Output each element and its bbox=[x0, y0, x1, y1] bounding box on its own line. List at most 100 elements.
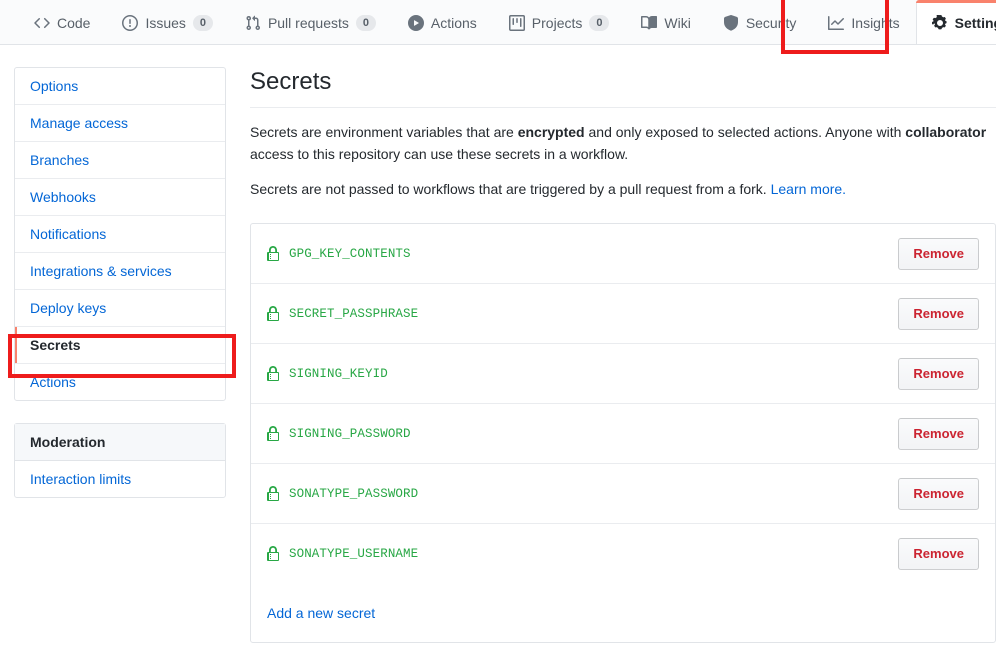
sidebar-item-label: Notifications bbox=[30, 226, 106, 242]
secret-name: GPG_KEY_CONTENTS bbox=[289, 247, 411, 261]
desc1-part3: access to this repository can use these … bbox=[250, 146, 628, 162]
sidebar-menu-group: Moderation Interaction limits bbox=[14, 423, 226, 498]
sidebar-item-label: Branches bbox=[30, 152, 89, 168]
code-icon bbox=[34, 15, 50, 31]
repo-navigation: Code Issues 0 Pull requests 0 Actions Projects… bbox=[0, 0, 996, 45]
gear-icon bbox=[932, 15, 948, 31]
sidebar-item-label: Integrations & services bbox=[30, 263, 172, 279]
remove-secret-button[interactable]: Remove bbox=[898, 418, 979, 450]
sidebar-item-webhooks[interactable]: Webhooks bbox=[15, 179, 225, 216]
desc1-bold-collaborator: collaborator bbox=[905, 124, 986, 140]
settings-sidebar: Options Manage access Branches Webhooks Noti… bbox=[14, 67, 226, 643]
project-icon bbox=[509, 15, 525, 31]
secrets-list: GPG_KEY_CONTENTS Remove SECRET_PASSPHRASE R… bbox=[250, 223, 996, 643]
nav-tab-code[interactable]: Code bbox=[18, 0, 106, 44]
secret-row: SIGNING_PASSWORD Remove bbox=[251, 404, 995, 464]
nav-tab-actions[interactable]: Actions bbox=[392, 0, 493, 44]
lock-icon bbox=[267, 246, 281, 262]
secret-name-cell: SONATYPE_USERNAME bbox=[267, 546, 418, 562]
desc1-bold-encrypted: encrypted bbox=[518, 124, 585, 140]
remove-secret-button[interactable]: Remove bbox=[898, 538, 979, 570]
nav-tab-counter: 0 bbox=[356, 15, 376, 31]
page-title: Secrets bbox=[250, 67, 996, 108]
book-icon bbox=[641, 15, 657, 31]
nav-tab-label: Security bbox=[746, 15, 797, 31]
desc1-part1: Secrets are environment variables that a… bbox=[250, 124, 518, 140]
nav-tab-insights[interactable]: Insights bbox=[812, 0, 915, 44]
sidebar-item-manage-access[interactable]: Manage access bbox=[15, 105, 225, 142]
nav-tab-projects[interactable]: Projects 0 bbox=[493, 0, 626, 44]
desc1-part2: and only exposed to selected actions. An… bbox=[585, 124, 906, 140]
page-body: Options Manage access Branches Webhooks Noti… bbox=[0, 45, 996, 643]
secrets-description-2: Secrets are not passed to workflows that… bbox=[250, 179, 996, 201]
learn-more-link[interactable]: Learn more. bbox=[771, 181, 846, 197]
secret-name: SECRET_PASSPHRASE bbox=[289, 307, 418, 321]
secret-name: SIGNING_PASSWORD bbox=[289, 427, 411, 441]
sidebar-item-label: Actions bbox=[30, 374, 76, 390]
sidebar-item-label: Deploy keys bbox=[30, 300, 106, 316]
nav-tab-security[interactable]: Security bbox=[707, 0, 813, 44]
secret-row: SECRET_PASSPHRASE Remove bbox=[251, 284, 995, 344]
nav-tab-counter: 0 bbox=[589, 15, 609, 31]
nav-tab-pull-requests[interactable]: Pull requests 0 bbox=[229, 0, 392, 44]
lock-icon bbox=[267, 426, 281, 442]
secret-name: SONATYPE_PASSWORD bbox=[289, 487, 418, 501]
lock-icon bbox=[267, 546, 281, 562]
sidebar-item-actions[interactable]: Actions bbox=[15, 364, 225, 400]
nav-tab-issues[interactable]: Issues 0 bbox=[106, 0, 228, 44]
secret-name-cell: SIGNING_PASSWORD bbox=[267, 426, 411, 442]
secret-row: SONATYPE_PASSWORD Remove bbox=[251, 464, 995, 524]
nav-tab-label: Insights bbox=[851, 15, 899, 31]
secrets-description-1: Secrets are environment variables that a… bbox=[250, 122, 996, 165]
lock-icon bbox=[267, 366, 281, 382]
lock-icon bbox=[267, 306, 281, 322]
nav-tab-settings[interactable]: Settings bbox=[916, 0, 996, 44]
git-pull-request-icon bbox=[245, 15, 261, 31]
sidebar-group-heading: Moderation bbox=[15, 424, 225, 461]
secret-name-cell: SIGNING_KEYID bbox=[267, 366, 388, 382]
add-new-secret-link[interactable]: Add a new secret bbox=[267, 605, 375, 621]
nav-tab-label: Pull requests bbox=[268, 15, 349, 31]
sidebar-menu-group: Options Manage access Branches Webhooks Noti… bbox=[14, 67, 226, 401]
nav-tab-label: Issues bbox=[145, 15, 185, 31]
nav-tab-label: Settings bbox=[955, 15, 996, 31]
sidebar-item-label: Webhooks bbox=[30, 189, 96, 205]
secret-name: SONATYPE_USERNAME bbox=[289, 547, 418, 561]
nav-tab-label: Wiki bbox=[664, 15, 690, 31]
remove-secret-button[interactable]: Remove bbox=[898, 358, 979, 390]
sidebar-item-branches[interactable]: Branches bbox=[15, 142, 225, 179]
remove-secret-button[interactable]: Remove bbox=[898, 298, 979, 330]
sidebar-item-label: Secrets bbox=[30, 337, 81, 353]
secret-row: SIGNING_KEYID Remove bbox=[251, 344, 995, 404]
sidebar-item-label: Manage access bbox=[30, 115, 128, 131]
play-icon bbox=[408, 15, 424, 31]
sidebar-item-label: Interaction limits bbox=[30, 471, 131, 487]
sidebar-item-integrations-services[interactable]: Integrations & services bbox=[15, 253, 225, 290]
secret-row: SONATYPE_USERNAME Remove bbox=[251, 524, 995, 584]
nav-tab-label: Projects bbox=[532, 15, 583, 31]
repo-nav-items: Code Issues 0 Pull requests 0 Actions Projects… bbox=[18, 0, 996, 44]
secret-name: SIGNING_KEYID bbox=[289, 367, 388, 381]
secret-name-cell: SECRET_PASSPHRASE bbox=[267, 306, 418, 322]
nav-tab-wiki[interactable]: Wiki bbox=[625, 0, 706, 44]
secret-name-cell: GPG_KEY_CONTENTS bbox=[267, 246, 411, 262]
nav-tab-label: Actions bbox=[431, 15, 477, 31]
main-content: Secrets Secrets are environment variable… bbox=[250, 67, 996, 643]
secret-row: GPG_KEY_CONTENTS Remove bbox=[251, 224, 995, 284]
shield-icon bbox=[723, 15, 739, 31]
sidebar-item-deploy-keys[interactable]: Deploy keys bbox=[15, 290, 225, 327]
remove-secret-button[interactable]: Remove bbox=[898, 238, 979, 270]
nav-tab-counter: 0 bbox=[193, 15, 213, 31]
desc2-text: Secrets are not passed to workflows that… bbox=[250, 181, 771, 197]
graph-icon bbox=[828, 15, 844, 31]
remove-secret-button[interactable]: Remove bbox=[898, 478, 979, 510]
sidebar-item-notifications[interactable]: Notifications bbox=[15, 216, 225, 253]
sidebar-item-options[interactable]: Options bbox=[15, 68, 225, 105]
sidebar-item-label: Options bbox=[30, 78, 78, 94]
nav-tab-label: Code bbox=[57, 15, 90, 31]
secret-name-cell: SONATYPE_PASSWORD bbox=[267, 486, 418, 502]
lock-icon bbox=[267, 486, 281, 502]
sidebar-item-secrets[interactable]: Secrets bbox=[15, 327, 225, 364]
add-secret-row: Add a new secret bbox=[251, 584, 995, 642]
sidebar-item-interaction-limits[interactable]: Interaction limits bbox=[15, 461, 225, 497]
